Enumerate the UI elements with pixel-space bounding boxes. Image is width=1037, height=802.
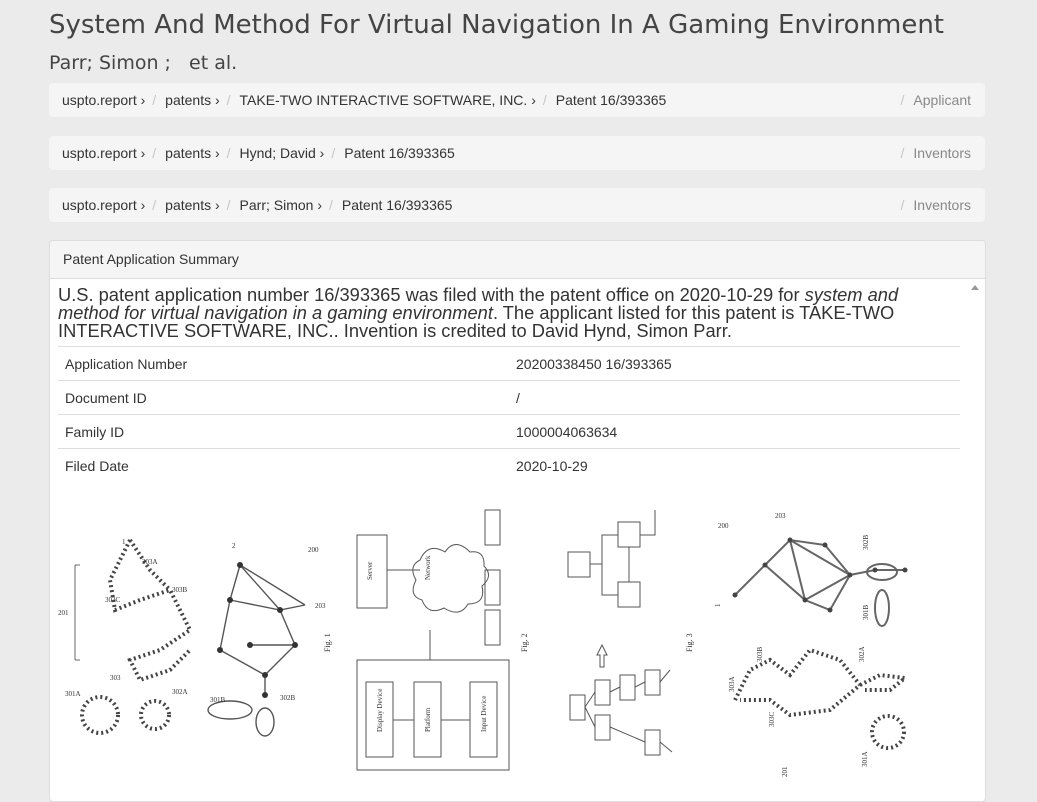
- breadcrumb-link-home[interactable]: uspto.report ›: [62, 92, 145, 108]
- drawing-label: 203: [315, 602, 326, 610]
- breadcrumb-link-applicant[interactable]: TAKE-TWO INTERACTIVE SOFTWARE, INC. ›: [240, 92, 536, 108]
- drawing-label: 302A: [858, 646, 866, 662]
- breadcrumb-category-label: Applicant: [913, 92, 971, 108]
- breadcrumb-link-inventor[interactable]: Parr; Simon ›: [240, 197, 322, 213]
- summary-text: U.S. patent application number 16/393365…: [58, 285, 960, 340]
- breadcrumb-separator: /: [329, 197, 333, 213]
- drawing-label: Server: [366, 561, 374, 580]
- scroll-up-arrow-icon[interactable]: [971, 285, 979, 290]
- breadcrumb-current-patent: Patent 16/393365: [344, 145, 455, 161]
- breadcrumb-separator: /: [152, 145, 157, 161]
- breadcrumb-current-patent: Patent 16/393365: [555, 92, 667, 108]
- patent-authors: Parr; Simon ; et al.: [49, 52, 238, 74]
- drawing-label: Fig. 2: [520, 633, 529, 652]
- table-row: Application Number 20200338450 16/393365: [58, 346, 960, 381]
- drawing-label: 303A: [728, 676, 736, 692]
- breadcrumb-link-inventor[interactable]: Hynd; David ›: [240, 145, 325, 161]
- drawing-label: 1: [122, 538, 126, 546]
- row-label: Filed Date: [58, 448, 509, 482]
- drawing-label: 302A: [172, 688, 188, 696]
- breadcrumb-applicant: uspto.report › / patents › / TAKE-TWO INTERA…: [49, 83, 985, 117]
- drawing-label: 301B: [862, 605, 870, 621]
- breadcrumb-separator: /: [900, 197, 905, 213]
- row-label: Application Number: [58, 346, 509, 381]
- drawing-label: 200: [718, 522, 729, 530]
- breadcrumb-category-label: Inventors: [913, 197, 971, 213]
- drawing-label: 2: [232, 542, 236, 550]
- drawing-label: 303C: [105, 596, 121, 604]
- page-title: System And Method For Virtual Navigation…: [49, 10, 944, 40]
- breadcrumb-category-label: Inventors: [913, 145, 971, 161]
- row-value: 1000004063634: [509, 414, 960, 449]
- row-label: Document ID: [58, 380, 509, 415]
- row-value: 2020-10-29: [509, 448, 960, 482]
- drawing-label: 301B: [210, 696, 226, 704]
- breadcrumb-inventor-parr: uspto.report › / patents › / Parr; Simon › / P…: [49, 188, 985, 222]
- fig-chain-graph-right: [734, 538, 905, 627]
- row-value: /: [509, 380, 960, 415]
- breadcrumb-link-patents[interactable]: patents ›: [165, 92, 219, 108]
- breadcrumb-separator: /: [226, 145, 231, 161]
- drawing-label: Network: [424, 555, 432, 580]
- drawing-label: 201: [781, 766, 789, 777]
- breadcrumb-separator: /: [900, 92, 905, 108]
- breadcrumb-current-patent: Patent 16/393365: [341, 197, 453, 213]
- drawing-label: Platform: [424, 707, 432, 732]
- fig-chain-loops: [733, 647, 910, 750]
- drawing-label: Fig. 3: [685, 633, 694, 652]
- table-row: Filed Date 2020-10-29: [58, 448, 960, 482]
- drawing-label: 301A: [861, 751, 869, 767]
- breadcrumb-separator: /: [331, 145, 336, 161]
- drawing-label: Fig. 1: [323, 633, 332, 652]
- panel-body: U.S. patent application number 16/393365…: [58, 285, 960, 482]
- breadcrumb-link-home[interactable]: uspto.report ›: [62, 145, 145, 161]
- drawing-label: 201: [58, 609, 69, 617]
- drawing-label: 203: [775, 512, 786, 520]
- panel-heading: Patent Application Summary: [50, 241, 985, 279]
- drawing-label: Input Device: [480, 696, 488, 732]
- drawing-label: 303C: [768, 712, 776, 728]
- drawing-label: 302B: [280, 694, 296, 702]
- breadcrumb-separator: /: [226, 92, 231, 108]
- drawing-label: 303B: [756, 647, 764, 663]
- drawing-label: 303A: [142, 558, 158, 566]
- drawing-label: 200: [308, 546, 319, 554]
- patent-drawings-image: 1 303A 303B 303C 201 303 301A 302A 2 200…: [58, 509, 910, 777]
- drawing-label: 303: [110, 674, 121, 682]
- breadcrumb-link-patents[interactable]: patents ›: [165, 197, 219, 213]
- fig-flow-diagram: [567, 510, 673, 756]
- row-value: 20200338450 16/393365: [509, 346, 960, 381]
- breadcrumb-separator: /: [542, 92, 547, 108]
- drawing-label: 301A: [65, 690, 81, 698]
- drawing-label: Display Device: [376, 689, 384, 732]
- patent-info-table: Application Number 20200338450 16/393365 …: [58, 346, 960, 482]
- drawing-label: 1: [714, 603, 722, 607]
- drawing-label: 303B: [172, 586, 188, 594]
- breadcrumb-separator: /: [152, 92, 157, 108]
- breadcrumb-separator: /: [226, 197, 231, 213]
- breadcrumb-inventor-hynd: uspto.report › / patents › / Hynd; David › / P…: [49, 136, 985, 170]
- breadcrumb-link-home[interactable]: uspto.report ›: [62, 197, 145, 213]
- drawing-label: 302B: [862, 535, 870, 551]
- breadcrumb-link-patents[interactable]: patents ›: [165, 145, 219, 161]
- fig-chain-graph: [74, 538, 193, 735]
- breadcrumb-separator: /: [900, 145, 905, 161]
- table-row: Family ID 1000004063634: [58, 414, 960, 449]
- table-row: Document ID /: [58, 380, 960, 415]
- breadcrumb-separator: /: [152, 197, 157, 213]
- row-label: Family ID: [58, 414, 509, 449]
